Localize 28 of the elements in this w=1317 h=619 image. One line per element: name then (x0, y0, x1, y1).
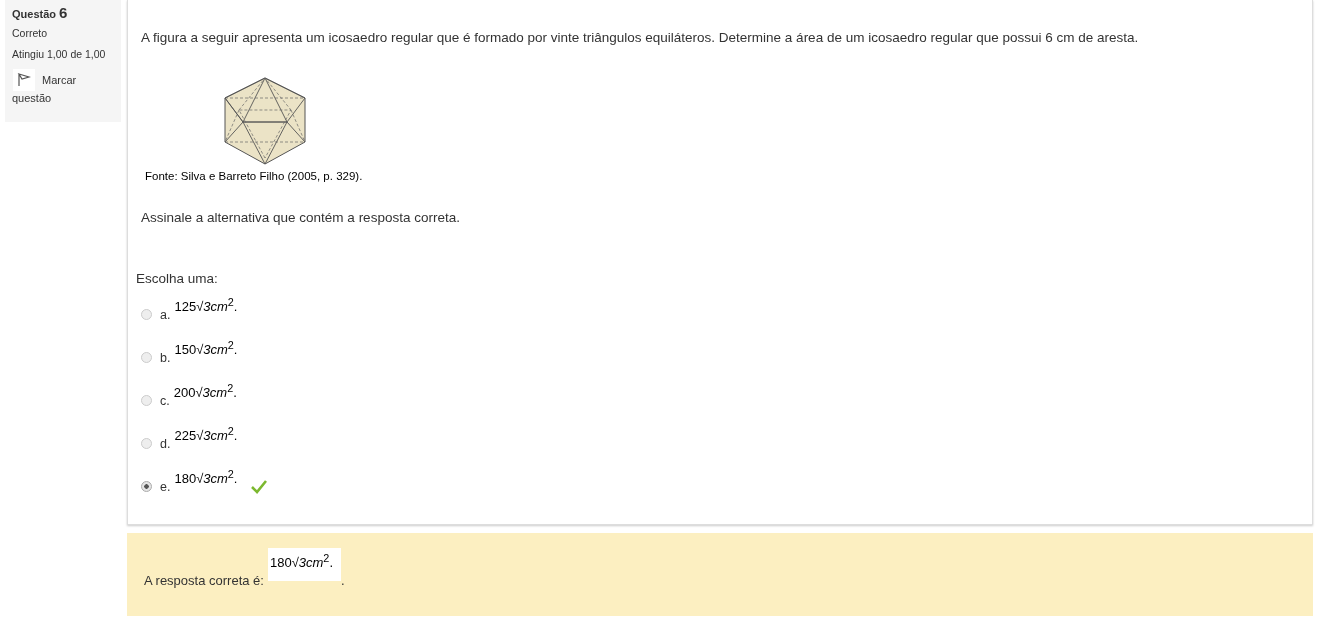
instruction-text: Assinale a alternativa que contém a resposta correta. (141, 210, 461, 225)
option-answer: 150√3cm$^{2}$. (174, 339, 238, 358)
radio-button[interactable] (141, 309, 152, 320)
correct-answer: 180√3cm$^{2}$. (267, 548, 341, 581)
option-answer: 200√3cm$^{2}$. (173, 382, 237, 401)
option-letter: c. (160, 394, 170, 408)
radio-button[interactable] (141, 395, 152, 406)
figure-caption: Fonte: Silva e Barreto Filho (2005, p. 329). (145, 170, 364, 182)
feedback-text: A resposta correta é: (144, 572, 264, 588)
option-letter: d. (160, 437, 171, 451)
question-state: Correto (12, 27, 48, 39)
question-label: Questão (12, 8, 56, 20)
option-letter: e. (160, 480, 171, 494)
radio-button[interactable] (141, 438, 152, 449)
flag-icon (13, 69, 35, 91)
option-answer: 225√3cm$^{2}$. (174, 425, 238, 444)
prompt-text: Escolha uma: (136, 271, 219, 286)
question-text: A figura a seguir apresenta um icosaedro regular que é formado por vinte triângulos equiláteros. Determine a área de um icosaedro regular que possui 6 cm de aresta. (141, 30, 1140, 45)
question-number: 6 (59, 4, 68, 21)
option-answer: 180√3cm$^{2}$. (174, 468, 238, 487)
radio-button[interactable] (141, 481, 152, 492)
flag-question-link[interactable]: Marcar questão (12, 69, 117, 106)
radio-button[interactable] (141, 352, 152, 363)
option-answer: 125√3cm$^{2}$. (174, 296, 238, 315)
question-grade: Atingiu 1,00 de 1,00 (12, 48, 107, 60)
option-letter: a. (160, 308, 171, 322)
option-letter: b. (160, 351, 171, 365)
feedback-period: . (341, 572, 345, 588)
